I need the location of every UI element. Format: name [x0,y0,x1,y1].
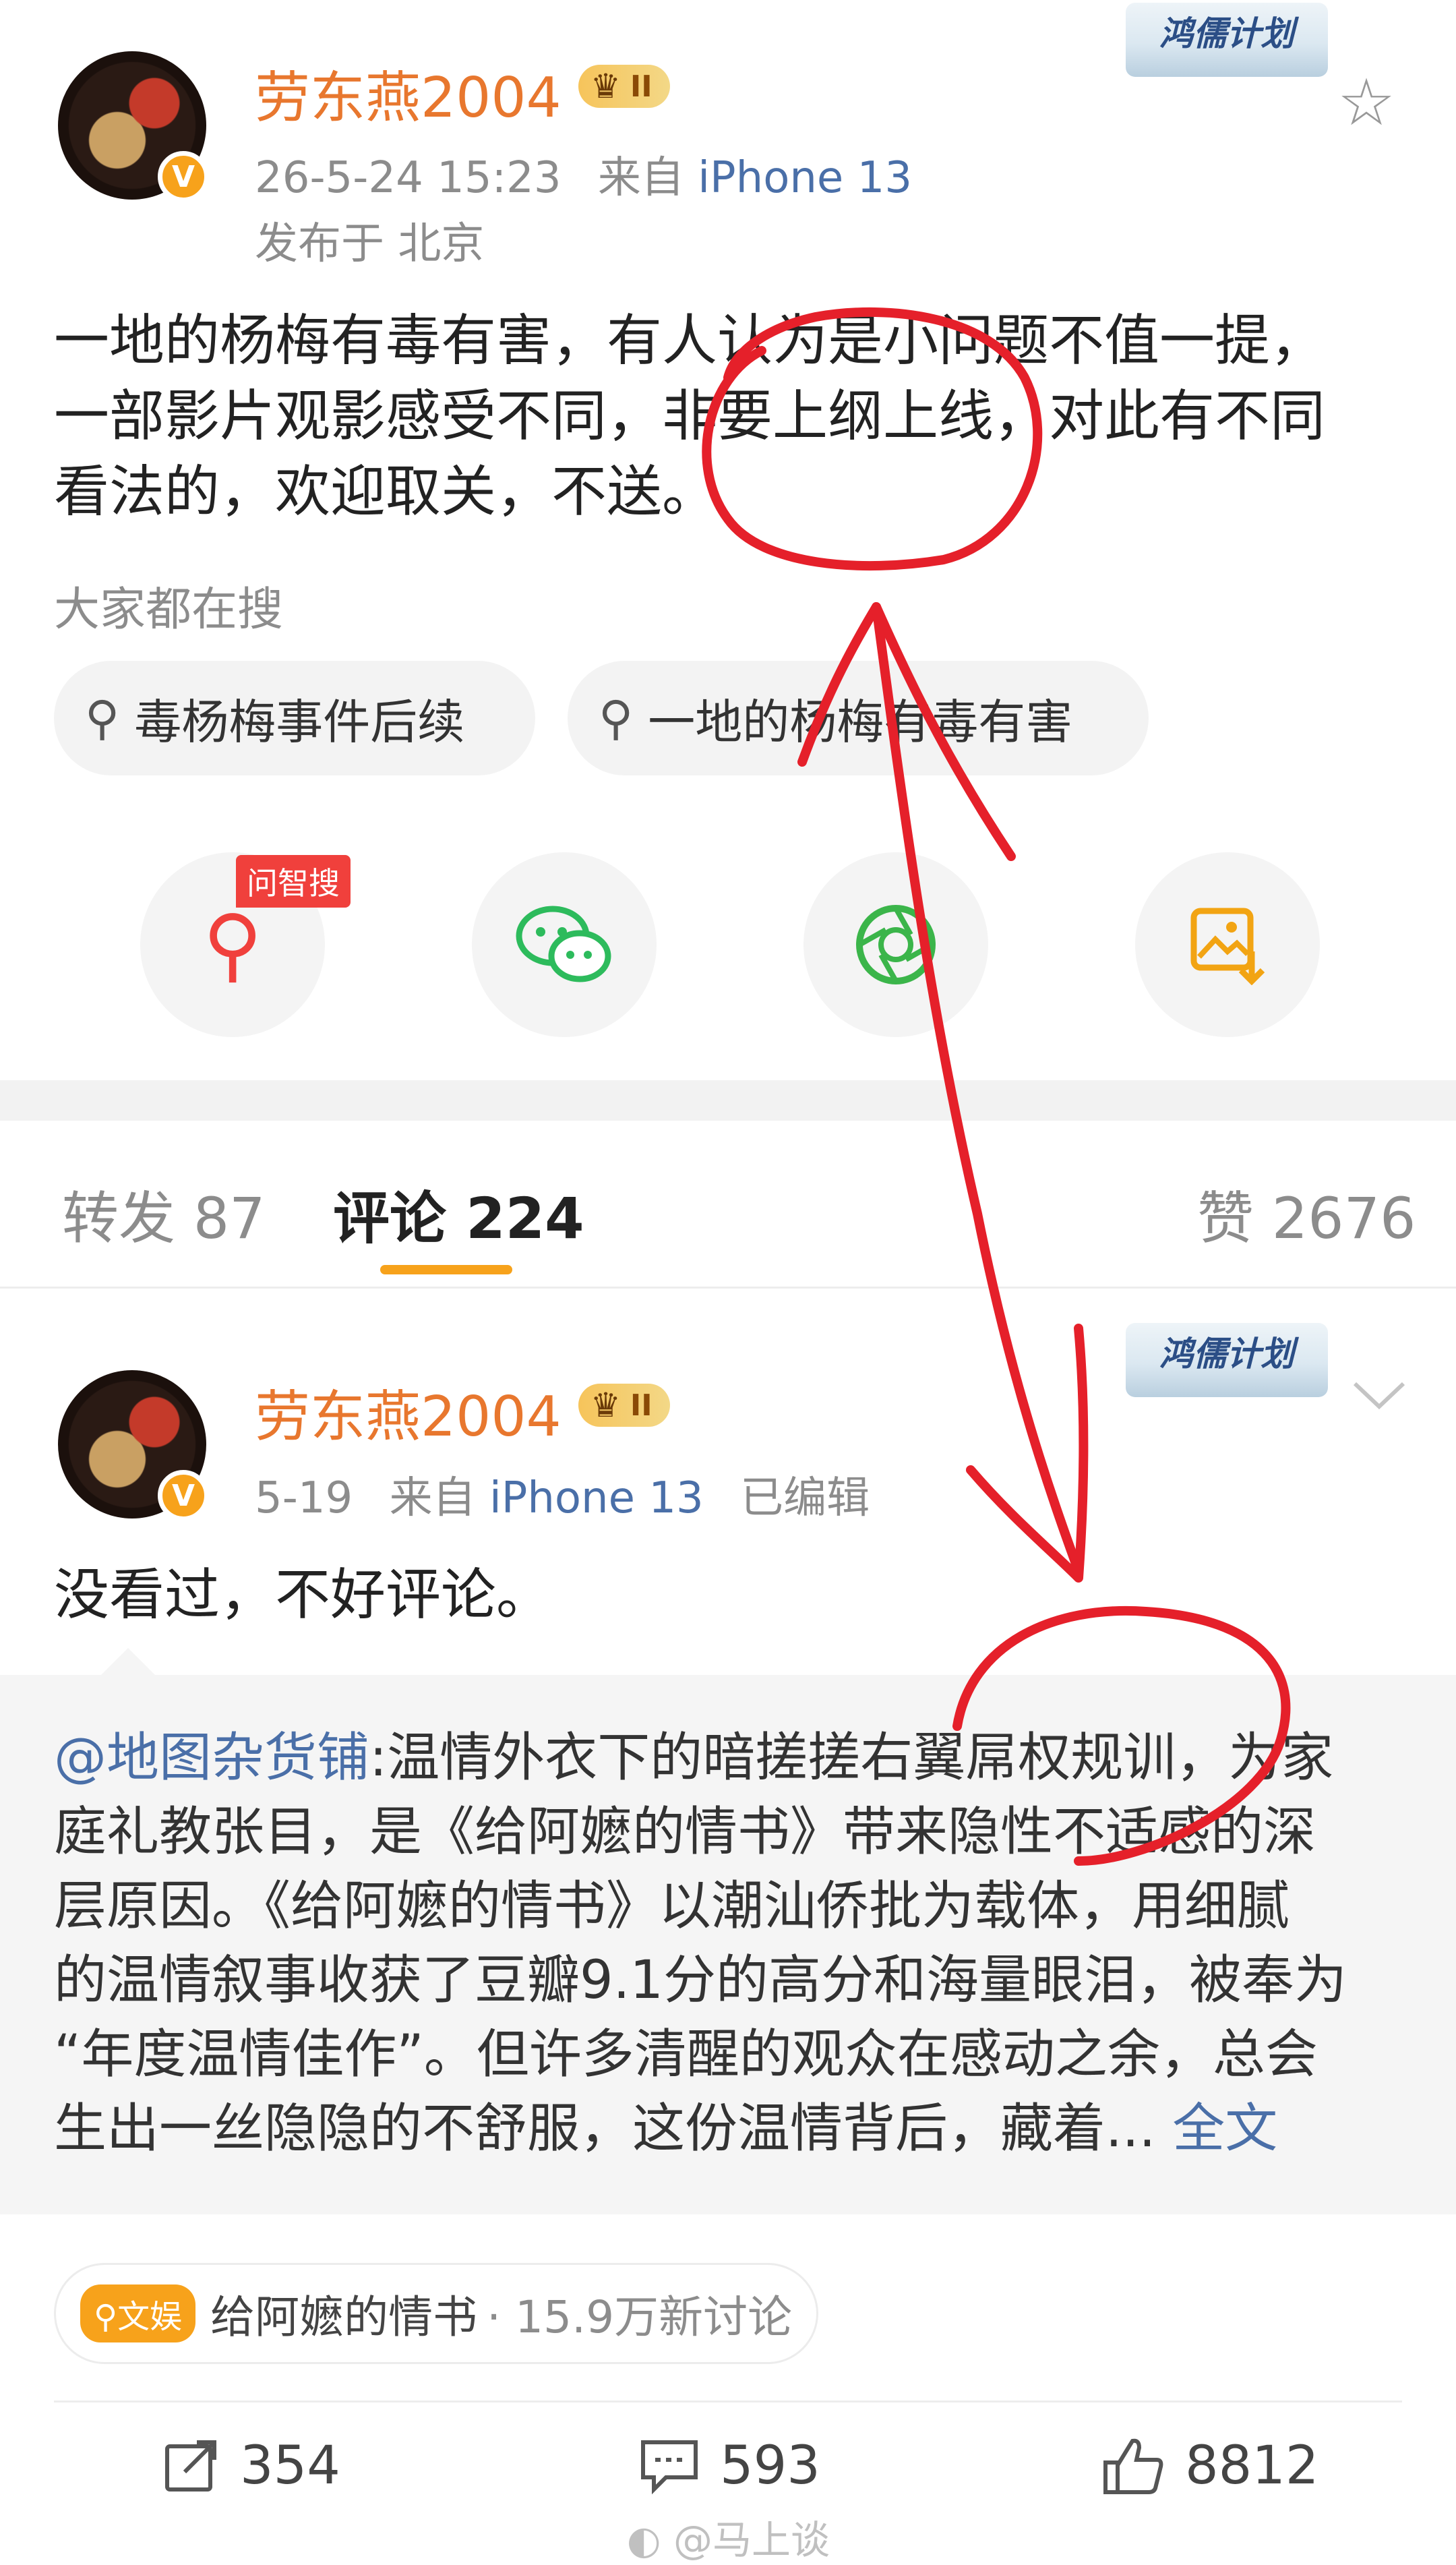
annotation-circle-top [702,307,1043,571]
annotation-line [872,602,1083,1576]
annotation-circle-bottom [952,1606,1291,1866]
handdrawn-annotation [702,307,1291,1866]
